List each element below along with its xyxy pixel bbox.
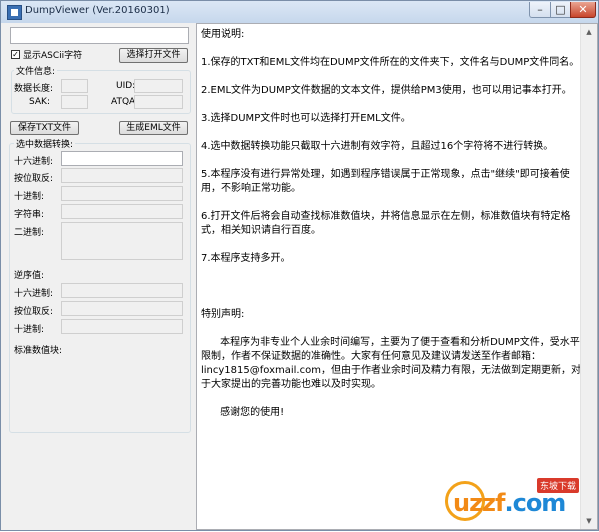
reverse-title: 逆序值:: [14, 271, 45, 281]
sak-field: [61, 95, 88, 109]
dec-field: [61, 186, 183, 201]
reverse-dec-field: [61, 319, 183, 334]
app-window: DumpViewer (Ver.20160301) – □ ✕ ✓ 显示ASCi…: [0, 0, 599, 531]
file-path-input[interactable]: [10, 27, 189, 44]
vertical-scrollbar[interactable]: ▲ ▼: [580, 24, 597, 529]
select-open-file-button[interactable]: 选择打开文件: [119, 48, 188, 63]
scroll-up-icon[interactable]: ▲: [582, 25, 596, 39]
hex-input[interactable]: [61, 151, 183, 166]
dec-label: 十进制:: [14, 192, 45, 202]
minimize-button[interactable]: –: [529, 2, 551, 18]
app-icon: [7, 5, 22, 20]
bit-reverse-label: 按位取反:: [14, 174, 54, 184]
uid-field: [134, 79, 183, 93]
close-button[interactable]: ✕: [570, 2, 596, 18]
window-title: DumpViewer (Ver.20160301): [25, 5, 170, 16]
reverse-hex-label: 十六进制:: [14, 289, 54, 299]
reverse-bit-reverse-label: 按位取反:: [14, 307, 54, 317]
hex-label: 十六进制:: [14, 157, 54, 167]
generate-eml-button[interactable]: 生成EML文件: [119, 121, 188, 135]
maximize-button[interactable]: □: [550, 2, 571, 18]
bin-label: 二进制:: [14, 228, 45, 238]
reverse-hex-field: [61, 283, 183, 298]
reverse-bit-reverse-field: [61, 301, 183, 316]
string-field: [61, 204, 183, 219]
file-info-title: 文件信息:: [14, 64, 58, 77]
watermark-logo: 东坡下载 uzzf.com: [445, 475, 596, 527]
show-ascii-checkbox[interactable]: ✓: [11, 50, 20, 59]
sak-label: SAK:: [29, 97, 50, 107]
info-text: 使用说明: 1.保存的TXT和EML文件均在DUMP文件所在的文件夹下，文件名与…: [201, 29, 581, 418]
string-label: 字符串:: [14, 210, 45, 220]
save-txt-button[interactable]: 保存TXT文件: [10, 121, 79, 135]
info-textbox[interactable]: 使用说明: 1.保存的TXT和EML文件均在DUMP文件所在的文件夹下，文件名与…: [196, 23, 598, 530]
bin-field: [61, 222, 183, 260]
uid-label: UID:: [116, 81, 136, 91]
bit-reverse-field: [61, 168, 183, 183]
watermark-text: uzzf.com: [453, 489, 566, 517]
data-length-field: [61, 79, 88, 93]
reverse-dec-label: 十进制:: [14, 325, 45, 335]
title-bar[interactable]: DumpViewer (Ver.20160301) – □ ✕: [1, 1, 598, 23]
show-ascii-label: 显示ASCii字符: [23, 51, 83, 61]
left-panel: ✓ 显示ASCii字符 选择打开文件 文件信息: 数据长度: UID: SAK:…: [1, 23, 194, 532]
watermark-main: uzzf: [453, 489, 505, 517]
atqa-field: [134, 95, 183, 109]
convert-title: 选中数据转换:: [14, 137, 76, 150]
watermark-suffix: .com: [504, 489, 566, 517]
standard-block-label: 标准数值块:: [14, 346, 63, 356]
data-length-label: 数据长度:: [14, 84, 54, 94]
